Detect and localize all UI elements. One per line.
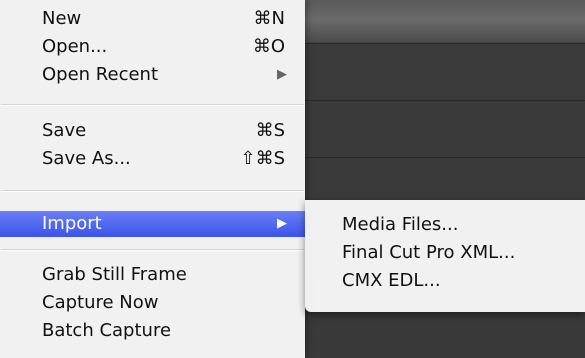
menu-item-shortcut: ⇧⌘S: [240, 148, 285, 169]
menu-item-save-as[interactable]: Save As... ⇧⌘S: [0, 146, 305, 172]
menu-item-label: Import: [42, 213, 102, 234]
menu-item-shortcut: ⌘S: [255, 120, 285, 141]
menu-item-grab-still-frame[interactable]: Grab Still Frame: [0, 262, 305, 288]
menu-item-label: Save As...: [42, 148, 131, 169]
menu-item-save[interactable]: Save ⌘S: [0, 118, 305, 144]
menu-separator: [1, 104, 304, 106]
file-menu: New ⌘N Open... ⌘O Open Recent ▶ Save ⌘S …: [0, 0, 305, 358]
menu-item-label: New: [42, 8, 82, 29]
submenu-item-cmx-edl[interactable]: CMX EDL...: [305, 268, 585, 294]
menu-separator: [1, 249, 304, 251]
menu-item-open-recent[interactable]: Open Recent ▶: [0, 62, 305, 88]
menu-item-new[interactable]: New ⌘N: [0, 6, 305, 32]
menu-item-label: Batch Capture: [42, 320, 172, 341]
submenu-item-label: CMX EDL...: [342, 270, 441, 291]
divider: [305, 157, 585, 158]
submenu-item-label: Final Cut Pro XML...: [342, 242, 516, 263]
menu-item-batch-capture[interactable]: Batch Capture: [0, 318, 305, 344]
divider: [305, 100, 585, 101]
menu-item-label: Grab Still Frame: [42, 264, 187, 285]
menu-item-import[interactable]: Import ▶: [0, 211, 305, 237]
menu-item-shortcut: ⌘O: [252, 36, 285, 57]
menu-item-label: Save: [42, 120, 87, 141]
submenu-item-label: Media Files...: [342, 214, 459, 235]
submenu-item-final-cut-pro-xml[interactable]: Final Cut Pro XML...: [305, 240, 585, 266]
menu-item-capture-now[interactable]: Capture Now: [0, 290, 305, 316]
menu-item-label: Open Recent: [42, 64, 159, 85]
submenu-item-media-files[interactable]: Media Files...: [305, 212, 585, 238]
menu-item-label: Capture Now: [42, 292, 159, 313]
submenu-arrow-icon: ▶: [277, 67, 287, 82]
screen: New ⌘N Open... ⌘O Open Recent ▶ Save ⌘S …: [0, 0, 585, 358]
submenu-arrow-icon: ▶: [277, 216, 287, 231]
import-submenu: Media Files... Final Cut Pro XML... CMX …: [305, 200, 585, 312]
divider: [305, 43, 585, 44]
menu-item-label: Open...: [42, 36, 108, 57]
menu-item-open[interactable]: Open... ⌘O: [0, 34, 305, 60]
menu-separator: [1, 190, 304, 192]
menu-item-shortcut: ⌘N: [253, 8, 285, 29]
